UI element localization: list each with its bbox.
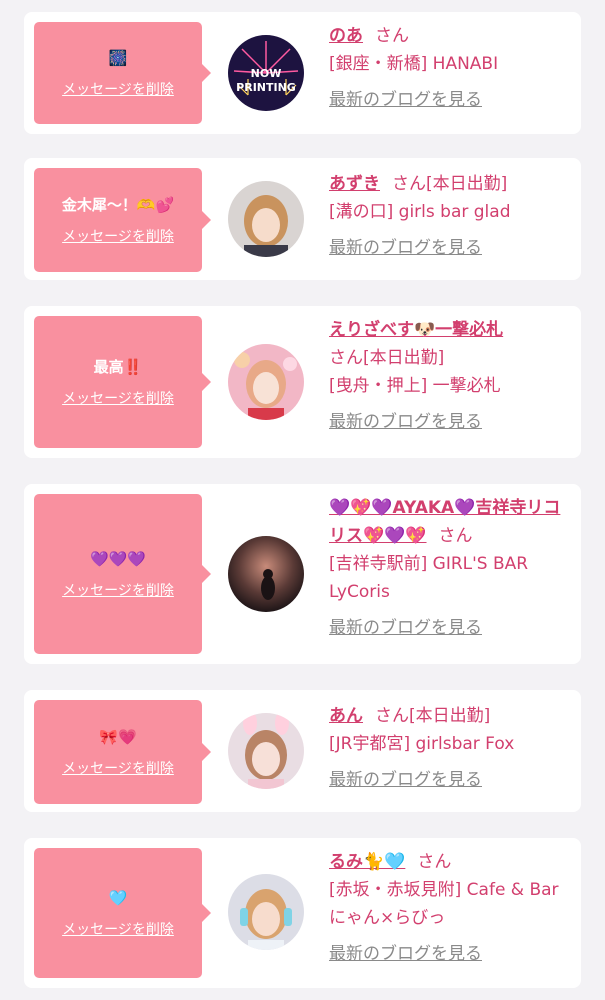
blog-link[interactable]: 最新のブログを見る (329, 942, 569, 966)
honorific: さん (417, 852, 452, 872)
message-text: 🩵 (108, 889, 128, 907)
delete-message-link[interactable]: メッセージを削除 (62, 582, 174, 600)
cast-info: えりざべす🐶一撃必札 さん[本日出勤] [曳舟・押上] 一撃必札 最新のブログを… (329, 316, 569, 434)
avatar[interactable] (228, 536, 304, 612)
cast-info: あん さん[本日出勤] [JR宇都宮] girlsbar Fox 最新のブログを見… (329, 702, 569, 792)
message-text: 🎀💗 (99, 728, 137, 746)
cast-name-link[interactable]: あずき (329, 174, 380, 194)
message-bubble: 金木犀〜！🫶💕 メッセージを削除 (34, 168, 211, 272)
message-card: 🎆 メッセージを削除 NOW PRINTING のあ さん [銀座・新橋] HAN… (24, 12, 581, 134)
delete-message-link[interactable]: メッセージを削除 (62, 921, 174, 939)
avatar[interactable]: NOW PRINTING (228, 35, 304, 111)
message-card: 金木犀〜！🫶💕 メッセージを削除 あずき さん[本日出勤] [溝の口] girls… (24, 158, 581, 280)
message-card: 🩵 メッセージを削除 るみ🐈🩵 さん [赤坂・赤坂見附] Cafe & Bar に… (24, 838, 581, 988)
cast-name-link[interactable]: えりざべす🐶一撃必札 (329, 320, 503, 340)
delete-message-link[interactable]: メッセージを削除 (62, 228, 174, 246)
delete-message-link[interactable]: メッセージを削除 (62, 81, 174, 99)
message-bubble: 🎆 メッセージを削除 (34, 22, 211, 124)
avatar[interactable] (228, 874, 304, 950)
honorific: さん (329, 348, 363, 368)
shop-name: [銀座・新橋] HANABI (329, 54, 499, 74)
message-text: 最高‼️ (93, 358, 143, 376)
name-line: えりざべす🐶一撃必札 (329, 316, 569, 344)
name-line: あずき さん[本日出勤] (329, 170, 569, 198)
cast-info: のあ さん [銀座・新橋] HANABI 最新のブログを見る (329, 22, 569, 112)
shop-name: [赤坂・赤坂見附] Cafe & Bar にゃん×らびっ (329, 880, 559, 928)
message-card: 最高‼️ メッセージを削除 えりざべす🐶一撃必札 さん[本日出勤] [曳舟・押上… (24, 306, 581, 458)
message-text: 💜💜💜 (89, 550, 147, 568)
avatar-caption-line1: NOW (251, 67, 282, 80)
status-tag: [本日出勤] (363, 348, 445, 368)
blog-link[interactable]: 最新のブログを見る (329, 768, 569, 792)
cast-name-link[interactable]: のあ (329, 26, 363, 46)
honorific: さん (375, 26, 409, 46)
shop-name: [溝の口] girls bar glad (329, 202, 511, 222)
name-line: 💜💖💜AYAKA💜吉祥寺リコリス💖💜💖 さん (329, 494, 569, 550)
honorific-line: さん[本日出勤] (329, 344, 569, 372)
message-card: 🎀💗 メッセージを削除 あん さん[本日出勤] [JR宇都宮] girlsbar … (24, 690, 581, 812)
cast-info: るみ🐈🩵 さん [赤坂・赤坂見附] Cafe & Bar にゃん×らびっ 最新のブ… (329, 848, 569, 966)
delete-message-link[interactable]: メッセージを削除 (62, 390, 174, 408)
avatar-caption-line2: PRINTING (236, 81, 296, 94)
avatar[interactable] (228, 713, 304, 789)
status-tag: [本日出勤] (426, 174, 508, 194)
message-bubble: 最高‼️ メッセージを削除 (34, 316, 211, 448)
delete-message-link[interactable]: メッセージを削除 (62, 760, 174, 778)
cast-info: 💜💖💜AYAKA💜吉祥寺リコリス💖💜💖 さん [吉祥寺駅前] GIRL'S BAR… (329, 494, 569, 640)
honorific: さん (392, 174, 426, 194)
message-text: 🎆 (108, 49, 128, 67)
cast-name-link[interactable]: るみ🐈🩵 (329, 852, 405, 872)
message-bubble: 💜💜💜 メッセージを削除 (34, 494, 211, 654)
status-tag: [本日出勤] (409, 706, 491, 726)
name-line: あん さん[本日出勤] (329, 702, 569, 730)
blog-link[interactable]: 最新のブログを見る (329, 236, 569, 260)
honorific: さん (438, 526, 473, 546)
blog-link[interactable]: 最新のブログを見る (329, 410, 569, 434)
shop-name: [曳舟・押上] 一撃必札 (329, 376, 501, 396)
avatar[interactable] (228, 344, 304, 420)
cast-info: あずき さん[本日出勤] [溝の口] girls bar glad 最新のブログを… (329, 170, 569, 260)
message-text: 金木犀〜！🫶💕 (61, 196, 175, 214)
blog-link[interactable]: 最新のブログを見る (329, 88, 569, 112)
honorific: さん (375, 706, 409, 726)
blog-link[interactable]: 最新のブログを見る (329, 616, 569, 640)
name-line: るみ🐈🩵 さん (329, 848, 569, 876)
shop-name: [吉祥寺駅前] GIRL'S BAR LyCoris (329, 554, 529, 602)
message-card: 💜💜💜 メッセージを削除 💜💖💜AYAKA💜吉祥寺リコリス💖💜💖 さん [吉祥寺駅… (24, 484, 581, 664)
message-bubble: 🎀💗 メッセージを削除 (34, 700, 211, 804)
shop-name: [JR宇都宮] girlsbar Fox (329, 734, 515, 754)
avatar[interactable] (228, 181, 304, 257)
name-line: のあ さん (329, 22, 569, 50)
message-bubble: 🩵 メッセージを削除 (34, 848, 211, 978)
cast-name-link[interactable]: あん (329, 706, 363, 726)
